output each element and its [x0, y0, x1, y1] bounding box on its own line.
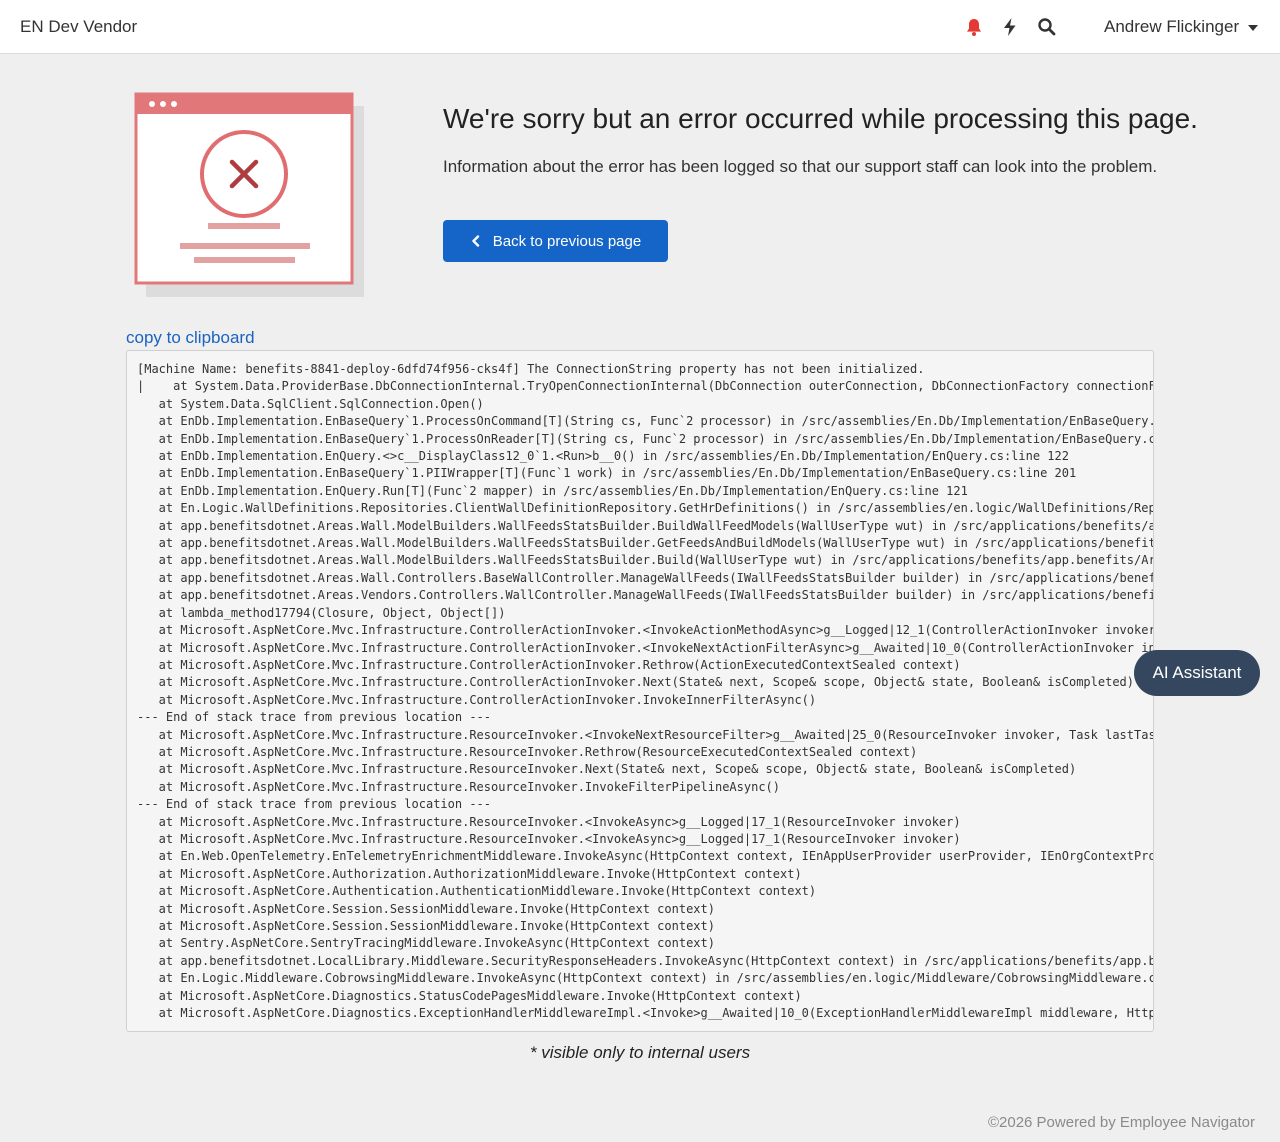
stack-trace-line: at Microsoft.AspNetCore.Mvc.Infrastructu…	[158, 762, 1077, 777]
stack-trace-line: at Microsoft.AspNetCore.Mvc.Infrastructu…	[158, 727, 1154, 742]
internal-users-note: * visible only to internal users	[529, 1043, 751, 1062]
stack-trace-line: at System.Data.SqlClient.SqlConnection.O…	[158, 396, 484, 411]
search-icon[interactable]	[1037, 17, 1057, 37]
chevron-left-icon	[472, 235, 479, 247]
stack-trace-line: at app.benefitsdotnet.Areas.Wall.ModelBu…	[158, 536, 1154, 551]
stack-trace-line: at Microsoft.AspNetCore.Mvc.Infrastructu…	[158, 831, 961, 846]
stack-trace-line: at Microsoft.AspNetCore.Mvc.Infrastructu…	[158, 692, 817, 707]
stack-trace-line: at app.benefitsdotnet.Areas.Wall.Control…	[158, 570, 1154, 585]
stack-trace-line: at EnDb.Implementation.EnQuery.Run[T](Fu…	[158, 483, 968, 498]
error-message: Information about the error has been log…	[443, 157, 1158, 176]
stack-trace-line: at Microsoft.AspNetCore.Session.SessionM…	[158, 901, 715, 916]
stack-trace-line: at app.benefitsdotnet.LocalLibrary.Middl…	[158, 953, 1154, 968]
copy-to-clipboard-link[interactable]: copy to clipboard	[126, 328, 255, 348]
stack-trace-line: at En.Logic.WallDefinitions.Repositories…	[158, 501, 1154, 516]
stack-trace-line: at Microsoft.AspNetCore.Mvc.Infrastructu…	[158, 640, 1153, 655]
stack-trace-line: [Machine Name: benefits-8841-deploy-6dfd…	[137, 362, 925, 376]
stack-trace-line: at Microsoft.AspNetCore.Diagnostics.Exce…	[137, 1006, 1154, 1021]
footer-copyright: ©2026 Powered by Employee Navigator	[987, 1114, 1255, 1131]
stack-trace-line: at EnDb.Implementation.EnBaseQuery`1.Pro…	[158, 414, 1154, 429]
stack-trace-line: --- End of stack trace from previous loc…	[137, 710, 492, 725]
bolt-icon[interactable]	[1000, 17, 1020, 37]
error-heading: We're sorry but an error occurred while …	[443, 103, 1198, 134]
stack-trace-line: at Microsoft.AspNetCore.Authentication.A…	[158, 884, 817, 899]
user-menu[interactable]: Andrew Flickinger	[1104, 17, 1259, 37]
stack-trace-line: at app.benefitsdotnet.Areas.Wall.ModelBu…	[158, 518, 1154, 533]
stack-trace-line: at En.Web.OpenTelemetry.EnTelemetryEnric…	[158, 849, 1154, 864]
back-to-previous-page-button[interactable]: Back to previous page	[443, 220, 668, 262]
stack-trace-line: at Microsoft.AspNetCore.Mvc.Infrastructu…	[158, 779, 780, 794]
stack-trace-text: [Machine Name: benefits-8841-deploy-6dfd…	[137, 361, 1153, 1022]
ai-assistant-button[interactable]: AI Assistant	[1134, 650, 1260, 696]
stack-trace-line: at En.Logic.Middleware.CobrowsingMiddlew…	[158, 971, 1154, 986]
brand-name[interactable]: EN Dev Vendor	[20, 17, 137, 37]
stack-trace-panel[interactable]: [Machine Name: benefits-8841-deploy-6dfd…	[126, 350, 1154, 1032]
bell-icon[interactable]	[964, 17, 984, 37]
caret-down-icon	[1248, 25, 1259, 31]
stack-trace-line: at Microsoft.AspNetCore.Session.SessionM…	[158, 919, 715, 933]
stack-trace-line: at Microsoft.AspNetCore.Mvc.Infrastructu…	[158, 744, 918, 759]
stack-trace-line: at EnDb.Implementation.EnQuery.<>c__Disp…	[158, 449, 1069, 464]
stack-trace-line: at Microsoft.AspNetCore.Authorization.Au…	[158, 866, 802, 881]
top-navbar: EN Dev Vendor Andrew Flickinger	[0, 0, 1280, 54]
stack-trace-line: | at System.Data.ProviderBase.DbConnecti…	[137, 379, 1153, 394]
stack-trace-line: at Microsoft.AspNetCore.Mvc.Infrastructu…	[158, 657, 961, 672]
user-name: Andrew Flickinger	[1104, 17, 1240, 36]
stack-trace-line: at app.benefitsdotnet.Areas.Vendors.Cont…	[158, 588, 1154, 603]
error-illustration	[134, 92, 368, 300]
stack-trace-line: --- End of stack trace from previous loc…	[137, 797, 492, 812]
back-button-label: Back to previous page	[492, 232, 642, 250]
stack-trace-line: at Sentry.AspNetCore.SentryTracingMiddle…	[158, 936, 715, 951]
stack-trace-line: at Microsoft.AspNetCore.Mvc.Infrastructu…	[158, 814, 961, 829]
stack-trace-line: at EnDb.Implementation.EnBaseQuery`1.PII…	[158, 466, 1077, 481]
stack-trace-line: at app.benefitsdotnet.Areas.Wall.ModelBu…	[158, 553, 1154, 568]
stack-trace-line: at Microsoft.AspNetCore.Diagnostics.Stat…	[158, 988, 802, 1003]
stack-trace-line: at lambda_method17794(Closure, Object, O…	[158, 605, 506, 620]
stack-trace-line: at EnDb.Implementation.EnBaseQuery`1.Pro…	[158, 431, 1154, 446]
stack-trace-line: at Microsoft.AspNetCore.Mvc.Infrastructu…	[158, 675, 1134, 690]
stack-trace-line: at Microsoft.AspNetCore.Mvc.Infrastructu…	[158, 623, 1154, 638]
